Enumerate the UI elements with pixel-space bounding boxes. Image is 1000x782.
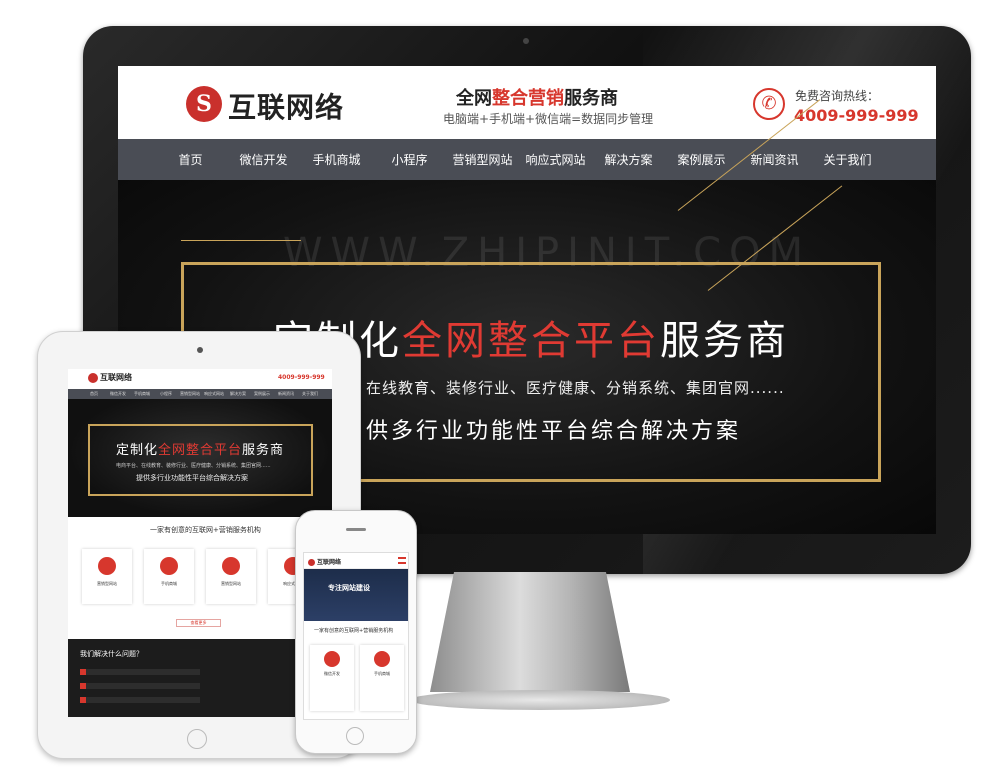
- monitor-stand: [430, 572, 630, 692]
- phone-speaker: [346, 528, 366, 531]
- nav-item-marketing-site[interactable]: 营销型网站: [446, 151, 519, 168]
- logo-text[interactable]: 互联网络: [228, 86, 344, 126]
- tablet-hero-frame: [88, 424, 313, 496]
- tablet-nav-item[interactable]: 小程序: [154, 389, 178, 399]
- tablet-hero-title-highlight: 全网整合平台: [158, 443, 243, 458]
- nav-item-about[interactable]: 关于我们: [811, 151, 884, 168]
- tablet-logo[interactable]: 互联网络: [88, 372, 132, 383]
- tablet-service-card[interactable]: 营销型网站: [206, 549, 256, 604]
- slogan-highlight: 整合营销: [492, 88, 564, 109]
- tablet-hero-tagline: 提供多行业功能性平台综合解决方案: [136, 474, 248, 482]
- tablet-nav-item[interactable]: 解决方案: [226, 389, 250, 399]
- tablet-nav-item[interactable]: 首页: [82, 389, 106, 399]
- tablet-home-button: [187, 729, 207, 749]
- logo-icon: [308, 559, 315, 566]
- tablet-nav-item[interactable]: 关于我们: [298, 389, 322, 399]
- tablet-problems-title: 我们解决什么问题？: [80, 650, 143, 658]
- service-icon: [222, 557, 240, 575]
- cart-icon: [160, 557, 178, 575]
- tablet-logo-text: 互联网络: [100, 373, 132, 382]
- monitor-stand-base: [410, 690, 670, 710]
- phone-hero: 专注网站建设: [304, 569, 408, 621]
- menu-icon[interactable]: [398, 557, 406, 564]
- tablet-nav-item[interactable]: 微信开发: [106, 389, 130, 399]
- nav-item-home[interactable]: 首页: [154, 151, 227, 168]
- tablet-more-button[interactable]: 查看更多: [176, 619, 221, 627]
- phone-header: 互联网络: [304, 553, 408, 569]
- tablet-problems-section: 我们解决什么问题？: [68, 639, 332, 717]
- nav-item-miniprogram[interactable]: 小程序: [373, 151, 446, 168]
- phone-screen: 互联网络 专注网站建设 一家有创意的互联网+营销服务机构 微信开发 手机商城: [303, 552, 409, 720]
- tablet-problem-row[interactable]: [80, 669, 200, 675]
- hero-frame-line: [181, 240, 301, 241]
- slogan-pre: 全网: [456, 88, 492, 109]
- nav-item-cases[interactable]: 案例展示: [665, 151, 738, 168]
- phone-service-card[interactable]: 手机商城: [360, 645, 404, 711]
- logo-icon[interactable]: S: [186, 86, 222, 122]
- tablet-hero-title-post: 服务商: [242, 443, 285, 458]
- cart-icon: [374, 651, 390, 667]
- phone-hero-title: 专注网站建设: [328, 584, 370, 592]
- hotline-number[interactable]: 4009-999-999: [794, 106, 919, 125]
- hotline-label: 免费咨询热线：: [795, 89, 880, 103]
- chat-icon: [324, 651, 340, 667]
- service-label: 营销型网站: [221, 581, 241, 586]
- tablet-nav-item[interactable]: 响应式网站: [202, 389, 226, 399]
- monitor-camera: [523, 38, 529, 44]
- nav-item-responsive-site[interactable]: 响应式网站: [519, 151, 592, 168]
- phone-logo-text: 互联网络: [317, 559, 342, 566]
- phone-home-button: [346, 727, 364, 745]
- service-label: 手机商城: [161, 581, 177, 586]
- hero-title-highlight: 全网整合平台: [402, 318, 660, 364]
- tablet-hero-industries: 电商平台、在线教育、装修行业、医疗健康、分销系统、集团官网......: [116, 463, 271, 469]
- hero-industries: 在线教育、装修行业、医疗健康、分销系统、集团官网......: [366, 379, 785, 397]
- tablet-service-card[interactable]: 手机商城: [144, 549, 194, 604]
- tablet-nav-item[interactable]: 手机商城: [130, 389, 154, 399]
- service-label: 手机商城: [374, 671, 390, 676]
- header-subslogan: 电脑端+手机端+微信端=数据同步管理: [443, 112, 654, 126]
- nav-item-solutions[interactable]: 解决方案: [592, 151, 665, 168]
- service-icon: [98, 557, 116, 575]
- tablet-header: 互联网络 4009-999-999: [68, 369, 332, 389]
- hero-title-post: 服务商: [660, 318, 789, 364]
- slogan-post: 服务商: [564, 88, 618, 109]
- tablet-nav-item[interactable]: 营销型网站: [178, 389, 202, 399]
- tablet-hero-title-pre: 定制化: [116, 443, 159, 458]
- service-label: 营销型网站: [97, 581, 117, 586]
- tablet-problem-row[interactable]: [80, 683, 200, 689]
- tablet-nav-item[interactable]: 案例展示: [250, 389, 274, 399]
- tablet-hero: 定制化全网整合平台服务商 电商平台、在线教育、装修行业、医疗健康、分销系统、集团…: [68, 399, 332, 517]
- tablet-service-card[interactable]: 营销型网站: [82, 549, 132, 604]
- main-nav: 首页 微信开发 手机商城 小程序 营销型网站 响应式网站 解决方案 案例展示 新…: [118, 139, 936, 180]
- hero-tagline: 供多行业功能性平台综合解决方案: [366, 419, 742, 444]
- tablet-hero-title: 定制化全网整合平台服务商: [116, 439, 284, 458]
- phone-logo[interactable]: 互联网络: [308, 557, 341, 566]
- tablet-nav-item[interactable]: 新闻资讯: [274, 389, 298, 399]
- nav-item-mobile-mall[interactable]: 手机商城: [300, 151, 373, 168]
- tablet-camera: [197, 347, 203, 353]
- tablet-hotline[interactable]: 4009-999-999: [278, 374, 325, 381]
- tablet-section-title: 一家有创意的互联网+营销服务机构: [150, 526, 261, 534]
- tablet-nav: 首页 微信开发 手机商城 小程序 营销型网站 响应式网站 解决方案 案例展示 新…: [68, 389, 332, 399]
- service-label: 微信开发: [324, 671, 340, 676]
- header-slogan: 全网整合营销服务商: [456, 84, 618, 110]
- nav-item-wechat[interactable]: 微信开发: [227, 151, 300, 168]
- phone-service-card[interactable]: 微信开发: [310, 645, 354, 711]
- phone-section-title: 一家有创意的互联网+营销服务机构: [314, 628, 394, 634]
- tablet-screen: 互联网络 4009-999-999 首页 微信开发 手机商城 小程序 营销型网站…: [68, 369, 332, 717]
- logo-icon: [88, 372, 98, 383]
- tablet-problem-row[interactable]: [80, 697, 200, 703]
- phone-icon: ✆: [753, 88, 785, 120]
